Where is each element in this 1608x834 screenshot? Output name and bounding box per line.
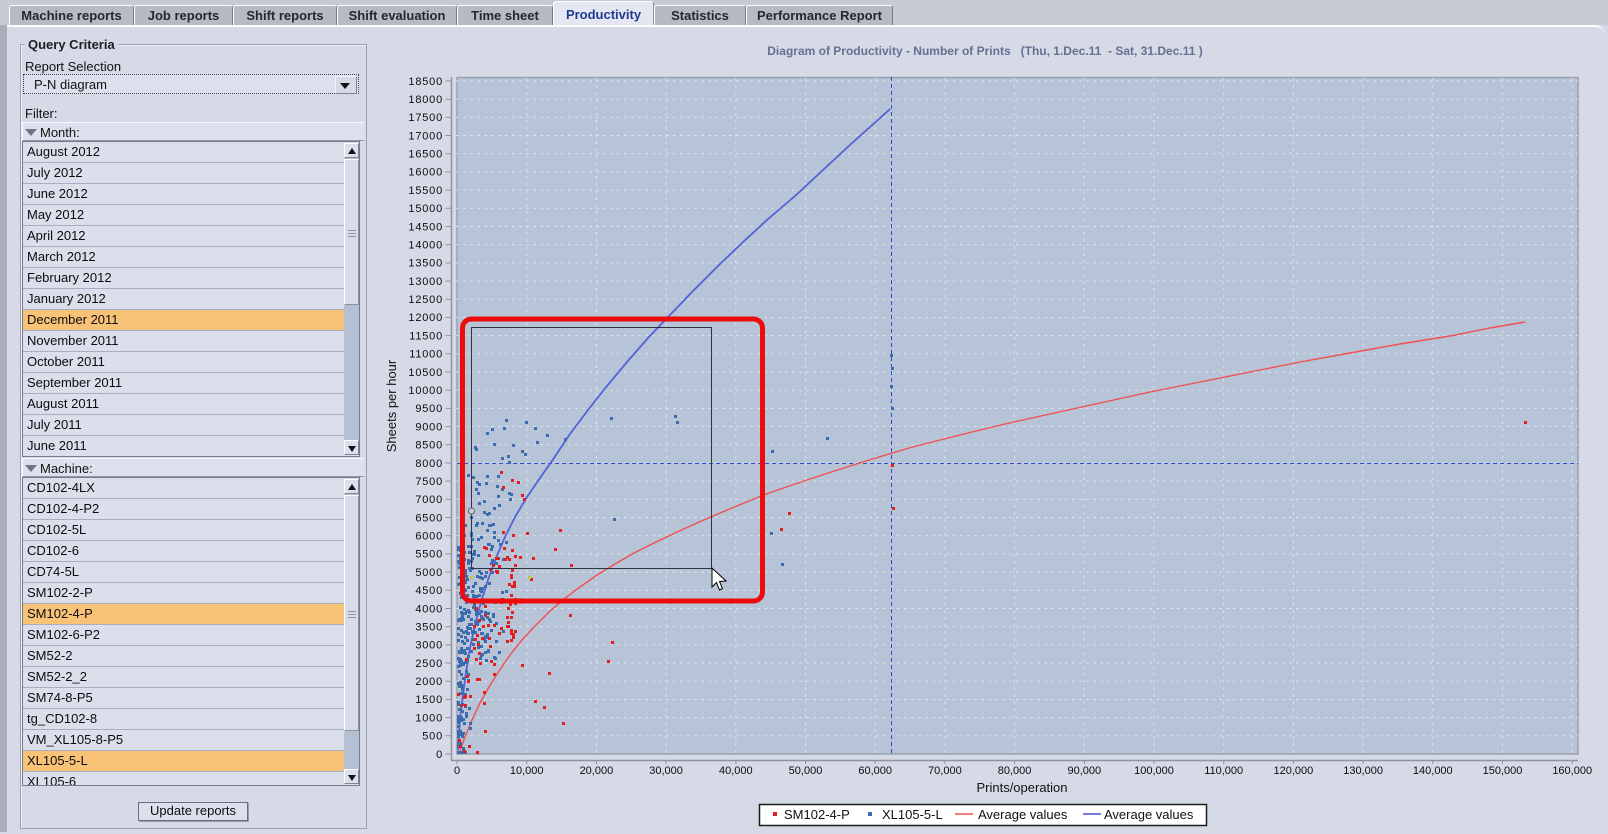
svg-text:130,000: 130,000 bbox=[1343, 765, 1383, 777]
svg-text:3500: 3500 bbox=[415, 622, 443, 634]
svg-text:0: 0 bbox=[454, 765, 460, 777]
svg-text:14500: 14500 bbox=[408, 221, 443, 233]
svg-text:Average values: Average values bbox=[1104, 807, 1194, 822]
svg-text:7000: 7000 bbox=[415, 494, 443, 506]
svg-text:160,000: 160,000 bbox=[1552, 765, 1592, 777]
svg-text:120,000: 120,000 bbox=[1274, 765, 1314, 777]
svg-text:6000: 6000 bbox=[415, 531, 443, 543]
svg-text:12000: 12000 bbox=[408, 312, 443, 324]
svg-text:Diagram of Productivity - Numb: Diagram of Productivity - Number of Prin… bbox=[767, 44, 1202, 58]
svg-text:14000: 14000 bbox=[408, 240, 443, 252]
svg-text:1500: 1500 bbox=[415, 694, 443, 706]
svg-text:20,000: 20,000 bbox=[580, 765, 614, 777]
svg-text:15000: 15000 bbox=[408, 203, 443, 215]
svg-text:4000: 4000 bbox=[415, 603, 443, 615]
svg-text:5000: 5000 bbox=[415, 567, 443, 579]
svg-text:90,000: 90,000 bbox=[1067, 765, 1101, 777]
svg-text:8500: 8500 bbox=[415, 440, 443, 452]
svg-text:18500: 18500 bbox=[408, 76, 443, 88]
svg-text:8000: 8000 bbox=[415, 458, 443, 470]
svg-text:Prints/operation: Prints/operation bbox=[976, 780, 1067, 795]
svg-text:16000: 16000 bbox=[408, 167, 443, 179]
svg-text:80,000: 80,000 bbox=[998, 765, 1032, 777]
svg-text:50,000: 50,000 bbox=[789, 765, 823, 777]
svg-text:13000: 13000 bbox=[408, 276, 443, 288]
svg-text:9000: 9000 bbox=[415, 421, 443, 433]
svg-text:70,000: 70,000 bbox=[928, 765, 962, 777]
svg-text:18000: 18000 bbox=[408, 94, 443, 106]
svg-text:XL105-5-L: XL105-5-L bbox=[882, 807, 943, 822]
svg-text:10500: 10500 bbox=[408, 367, 443, 379]
svg-text:100,000: 100,000 bbox=[1134, 765, 1174, 777]
svg-text:15500: 15500 bbox=[408, 185, 443, 197]
svg-text:150,000: 150,000 bbox=[1483, 765, 1523, 777]
svg-text:2000: 2000 bbox=[415, 676, 443, 688]
svg-text:500: 500 bbox=[422, 731, 443, 743]
svg-text:7500: 7500 bbox=[415, 476, 443, 488]
svg-text:5500: 5500 bbox=[415, 549, 443, 561]
svg-text:140,000: 140,000 bbox=[1413, 765, 1453, 777]
svg-text:10,000: 10,000 bbox=[510, 765, 544, 777]
svg-text:Sheets per hour: Sheets per hour bbox=[384, 359, 399, 452]
svg-text:12500: 12500 bbox=[408, 294, 443, 306]
svg-text:110,000: 110,000 bbox=[1204, 765, 1243, 777]
svg-text:17500: 17500 bbox=[408, 112, 443, 124]
svg-text:40,000: 40,000 bbox=[719, 765, 753, 777]
svg-text:11500: 11500 bbox=[409, 330, 443, 342]
svg-text:0: 0 bbox=[436, 749, 443, 761]
svg-text:2500: 2500 bbox=[415, 658, 443, 670]
svg-text:60,000: 60,000 bbox=[858, 765, 892, 777]
svg-text:3000: 3000 bbox=[415, 640, 443, 652]
svg-text:30,000: 30,000 bbox=[649, 765, 683, 777]
svg-text:4500: 4500 bbox=[415, 585, 443, 597]
svg-text:6500: 6500 bbox=[415, 512, 443, 524]
svg-text:13500: 13500 bbox=[408, 258, 443, 270]
svg-text:11000: 11000 bbox=[409, 349, 443, 361]
svg-text:Average values: Average values bbox=[978, 807, 1068, 822]
svg-text:1000: 1000 bbox=[415, 712, 443, 724]
svg-text:9500: 9500 bbox=[415, 403, 443, 415]
svg-text:17000: 17000 bbox=[408, 130, 443, 142]
svg-text:SM102-4-P: SM102-4-P bbox=[784, 807, 850, 822]
svg-text:10000: 10000 bbox=[408, 385, 443, 397]
svg-text:16500: 16500 bbox=[408, 149, 443, 161]
